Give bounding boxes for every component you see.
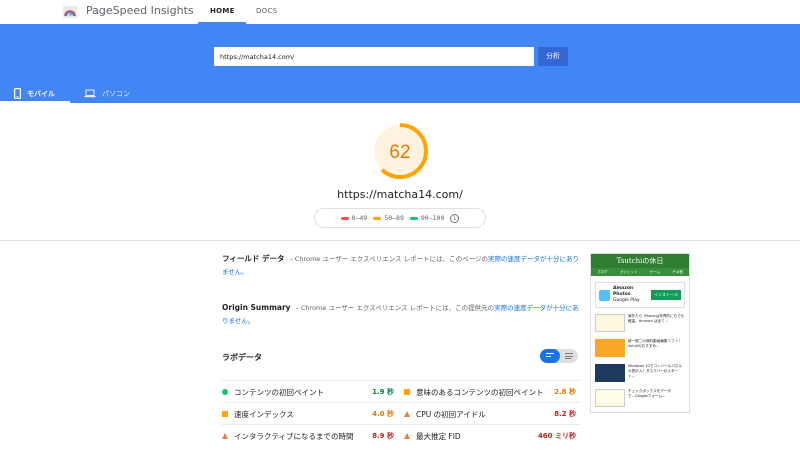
average-indicator-icon: [404, 389, 410, 395]
thumbnail-ad: Amazon Photos Google Play インストール: [595, 282, 685, 308]
metric-row: コンテンツの初回ペイント 1.9 秒 意味のあるコンテンツの初回ペイント 2.8…: [222, 380, 580, 402]
lab-data-title: ラボデータ: [222, 353, 262, 362]
tab-desktop-label: パソコン: [102, 89, 130, 98]
tested-url: https://matcha14.com/: [337, 188, 463, 201]
thumbnail-ad-text: Amazon Photos Google Play: [613, 286, 648, 304]
metric-first-cpu-idle: CPU の初回アイドル 8.2 秒: [404, 403, 576, 425]
article-title: 新一般二の無料動画編集ソフト！Aviutlのおすすめ...: [628, 339, 682, 348]
article-image: [595, 364, 625, 382]
info-icon[interactable]: i: [450, 213, 460, 223]
app-title[interactable]: PageSpeed Insights: [86, 4, 194, 17]
average-indicator-icon: [222, 411, 228, 417]
metric-value: 1.9 秒: [372, 388, 394, 396]
compact-view-icon: [546, 353, 554, 359]
field-data-section: フィールド データ – Chrome ユーザー エクスペリエンス レポートには、こ…: [222, 252, 582, 279]
performance-score-gauge: 62: [372, 123, 428, 179]
analyze-button[interactable]: 分析: [538, 47, 568, 66]
legend-item-pass: 90–100: [409, 214, 445, 222]
expanded-view-icon[interactable]: [565, 353, 573, 359]
thumbnail-nav-item: ブログ: [597, 269, 608, 274]
metric-max-potential-fid: 最大推定 FID 460 ミリ秒: [404, 425, 576, 447]
fail-indicator-icon: [404, 433, 410, 439]
thumbnail-article: チェックボックスをデータで...Googleフォーム...: [595, 389, 685, 411]
metric-value: 8.9 秒: [372, 432, 394, 440]
tab-mobile-indicator: [0, 101, 70, 103]
url-input[interactable]: [214, 47, 534, 66]
metric-label: 最大推定 FID: [416, 431, 461, 441]
fail-indicator-icon: [404, 411, 410, 417]
thumbnail-nav-item: ゲーム: [649, 269, 661, 274]
article-title: 案外たら iPhoneは世界的にもでも軽量、Android は全て...: [628, 314, 685, 323]
origin-summary-title: Origin Summary: [222, 303, 291, 312]
thumbnail-ad-title: Amazon Photos: [613, 286, 634, 297]
metric-first-meaningful-paint: 意味のあるコンテンツの初回ペイント 2.8 秒: [404, 381, 576, 403]
field-data-title: フィールド データ: [222, 254, 285, 263]
legend-average-swatch: [373, 216, 382, 220]
lab-metrics-grid: コンテンツの初回ペイント 1.9 秒 意味のあるコンテンツの初回ペイント 2.8…: [222, 380, 580, 446]
origin-summary-text: – Chrome ユーザー エクスペリエンス レポートには、この提供元の: [295, 304, 495, 312]
article-title: チェックボックスをデータで...Googleフォーム...: [628, 389, 672, 398]
legend-fail-label: 0–49: [351, 214, 368, 222]
metric-value: 2.8 秒: [554, 388, 576, 396]
top-bar: PageSpeed Insights HOME DOCS: [0, 0, 800, 24]
legend-item-average: 50–89: [373, 214, 404, 222]
pass-indicator-icon: [222, 389, 228, 395]
legend-item-fail: 0–49: [340, 214, 368, 222]
legend-fail-swatch: [340, 216, 349, 220]
article-image: [595, 314, 625, 332]
thumbnail-nav-item: ガジェット: [619, 269, 638, 274]
metric-label: インタラクティブになるまでの時間: [234, 431, 354, 441]
metric-label: CPU の初回アイドル: [416, 409, 486, 419]
metric-row: インタラクティブになるまでの時間 8.9 秒 最大推定 FID 460 ミリ秒: [222, 424, 580, 446]
origin-summary-section: Origin Summary – Chrome ユーザー エクスペリエンス レポー…: [222, 301, 582, 328]
thumbnail-article: Windows 10でコンソールパネルの表示入！タスクバーのスタート...: [595, 364, 685, 386]
metric-time-to-interactive: インタラクティブになるまでの時間 8.9 秒: [222, 425, 394, 447]
tab-docs[interactable]: DOCS: [256, 7, 277, 15]
laptop-icon: [84, 89, 96, 98]
metric-row: 速度インデックス 4.0 秒 CPU の初回アイドル 8.2 秒: [222, 402, 580, 424]
metrics-view-toggle[interactable]: [540, 349, 578, 363]
score-legend: 0–49 50–89 90–100 i: [314, 208, 486, 228]
metric-value: 4.0 秒: [372, 410, 394, 418]
thumbnail-article: 新一般二の無料動画編集ソフト！Aviutlのおすすめ...: [595, 339, 685, 361]
metric-label: 速度インデックス: [234, 409, 294, 419]
article-image: [595, 389, 625, 407]
thumbnail-article: 案外たら iPhoneは世界的にもでも軽量、Android は全て...: [595, 314, 685, 336]
fail-indicator-icon: [222, 433, 228, 439]
tab-home[interactable]: HOME: [210, 7, 235, 15]
metric-first-contentful-paint: コンテンツの初回ペイント 1.9 秒: [222, 381, 394, 403]
article-image: [595, 339, 625, 357]
pagespeed-logo-icon[interactable]: [63, 5, 77, 19]
thumbnail-site-title: Tsutchiの休日: [591, 254, 689, 268]
legend-average-label: 50–89: [384, 214, 404, 222]
metric-speed-index: 速度インデックス 4.0 秒: [222, 403, 394, 425]
metric-label: コンテンツの初回ペイント: [234, 387, 324, 397]
tab-desktop[interactable]: パソコン: [84, 84, 130, 103]
article-title: Windows 10でコンソールパネルの表示入！タスクバーのスタート...: [628, 364, 683, 378]
section-divider: [0, 240, 800, 241]
metric-value: 8.2 秒: [554, 410, 576, 418]
score-value: 62: [389, 142, 410, 163]
metric-value: 460 ミリ秒: [537, 432, 576, 440]
thumbnail-ad-sub: Google Play: [613, 298, 640, 303]
metric-label: 意味のあるコンテンツの初回ペイント: [416, 387, 544, 397]
field-data-text: – Chrome ユーザー エクスペリエンス レポートには、このページの: [289, 255, 488, 263]
thumbnail-nav-item: その他: [672, 269, 683, 274]
page-screenshot-thumbnail: Tsutchiの休日 ブログ ガジェット ゲーム その他 Amazon Phot…: [590, 253, 690, 413]
tab-mobile-label: モバイル: [27, 89, 55, 98]
thumbnail-ad-button: インストール: [651, 290, 681, 300]
legend-pass-swatch: [409, 216, 418, 220]
app-icon: [599, 289, 610, 301]
thumbnail-nav: ブログ ガジェット ゲーム その他: [591, 268, 689, 276]
legend-pass-label: 90–100: [420, 214, 445, 222]
smartphone-icon: [14, 88, 21, 99]
